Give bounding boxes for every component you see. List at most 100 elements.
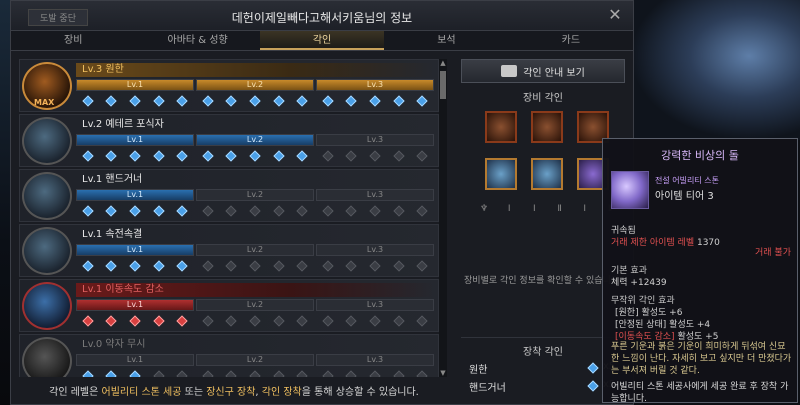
gem-icon (369, 150, 381, 162)
gem-group (76, 369, 194, 377)
gem-icon (345, 315, 358, 327)
gem-icon (392, 370, 405, 377)
gem-icon (369, 315, 381, 327)
engraving-scrollbar[interactable]: ▲ ▼ (439, 59, 447, 377)
gem-icon (152, 370, 165, 377)
tab-avatar[interactable]: 아바타 & 성향 (135, 31, 259, 50)
level-segment: Lv.1 (76, 299, 194, 311)
effect-filter-icon[interactable]: Ⅱ (553, 203, 567, 215)
gem-group (196, 204, 314, 218)
engraving-row[interactable]: Lv.1 속전속결 Lv.1 Lv.2 Lv.3 (19, 224, 439, 277)
gem-icon (82, 260, 94, 272)
gem-icon (272, 95, 285, 107)
gem-icon (176, 260, 188, 272)
level-segment: Lv.1 (76, 244, 194, 256)
engraving-row[interactable]: Lv.2 예테르 포식자 Lv.1 Lv.2 Lv.3 (19, 114, 439, 167)
gem-icon (296, 150, 308, 162)
gem-icon (202, 260, 214, 272)
equipment-slot[interactable] (531, 158, 563, 190)
engraving-portrait-icon (22, 117, 72, 165)
engraving-row[interactable]: Lv.1 핸드거너 Lv.1 Lv.2 Lv.3 (19, 169, 439, 222)
gem-group (316, 149, 434, 163)
gem-track (76, 94, 434, 108)
gem-icon (105, 370, 118, 377)
equipped-name: 원한 (469, 365, 488, 376)
equipment-slot[interactable] (531, 111, 563, 143)
trade-limit-value: 1370 (696, 238, 720, 248)
ability-stone-icon (611, 171, 649, 209)
scroll-thumb[interactable] (440, 71, 446, 99)
gem-icon (322, 205, 334, 217)
gem-icon (249, 95, 261, 107)
gem-icon (322, 315, 334, 327)
engraving-row[interactable]: Lv.1 이동속도 감소 Lv.1 Lv.2 Lv.3 (19, 279, 439, 332)
gem-icon (345, 95, 358, 107)
tab-engraving[interactable]: 각인 (259, 31, 385, 50)
gem-icon (202, 95, 214, 107)
engraving-name: Lv.1 핸드거너 (82, 174, 143, 185)
effect-filter-icon[interactable]: ♆ (477, 203, 491, 215)
level-bar: Lv.1 Lv.2 Lv.3 (76, 354, 434, 366)
engraving-name: Lv.1 이동속도 감소 (76, 283, 434, 297)
gem-group (76, 94, 194, 108)
book-icon (501, 65, 518, 77)
engraving-row[interactable]: Lv.0 약자 무시 Lv.1 Lv.2 Lv.3 (19, 334, 439, 377)
tab-equipment[interactable]: 장비 (11, 31, 135, 50)
gem-icon (416, 95, 428, 107)
tab-card[interactable]: 카드 (509, 31, 633, 50)
footer-highlight-accessory: 장신구 장착 (206, 387, 256, 398)
level-segment: Lv.2 (196, 244, 314, 256)
gem-icon (416, 315, 428, 327)
level-segment: Lv.3 (316, 189, 434, 201)
footer-suffix: 을 통해 상승할 수 있습니다. (301, 387, 419, 398)
background-art (630, 0, 800, 140)
gem-icon (296, 205, 308, 217)
gem-group (316, 204, 434, 218)
gem-group (196, 149, 314, 163)
gem-icon (82, 370, 94, 377)
gem-icon (249, 315, 261, 327)
level-segment: Lv.1 (76, 79, 194, 91)
gem-icon (129, 150, 141, 162)
gem-icon (129, 370, 141, 377)
gem-icon (176, 370, 188, 377)
trade-limit-label: 거래 제한 아이템 레벨 (611, 238, 695, 248)
gem-group (196, 94, 314, 108)
tab-gem[interactable]: 보석 (384, 31, 508, 50)
equipment-slot[interactable] (485, 111, 517, 143)
engraving-name: Lv.1 속전속결 (82, 229, 143, 240)
tooltip-grade: 전설 어빌리티 스톤 (655, 176, 719, 185)
effect-icon-row: ♆ⅠⅠⅡⅠⅡ (477, 203, 617, 217)
gem-icon (152, 205, 165, 217)
scroll-up-arrow-icon[interactable]: ▲ (439, 59, 447, 67)
gem-icon (176, 150, 188, 162)
gem-icon (369, 260, 381, 272)
gem-icon (105, 205, 118, 217)
gem-icon (322, 95, 334, 107)
gem-icon (82, 150, 94, 162)
gem-group (76, 149, 194, 163)
scroll-down-arrow-icon[interactable]: ▼ (439, 369, 447, 377)
tooltip-tier: 아이템 티어 3 (655, 191, 714, 202)
gem-icon (152, 315, 165, 327)
gem-icon (225, 370, 238, 377)
gem-group (316, 259, 434, 273)
effect-filter-icon[interactable]: Ⅰ (502, 203, 516, 215)
engraving-list: MAX Lv.3 원한 Lv.1 Lv.2 Lv.3 Lv.2 예테르 포식자 Lv.1 Lv… (19, 59, 439, 377)
gem-icon (345, 205, 358, 217)
close-icon[interactable]: ✕ (607, 7, 623, 23)
gem-icon (225, 95, 238, 107)
gem-icon (152, 150, 165, 162)
equipment-slot[interactable] (485, 158, 517, 190)
engraving-guide-button[interactable]: 각인 안내 보기 (461, 59, 625, 83)
level-segment: Lv.3 (316, 354, 434, 366)
gem-icon (105, 150, 118, 162)
level-segment: Lv.3 (316, 79, 434, 91)
gem-icon (322, 370, 334, 377)
window-title: 데헌이제일빼다고해서키움님의 정보 (231, 11, 413, 25)
engraving-row[interactable]: MAX Lv.3 원한 Lv.1 Lv.2 Lv.3 (19, 59, 439, 112)
equipment-hint: 장비별로 각인 정보를 확인할 수 있습니다. (464, 276, 622, 286)
gem-icon (105, 260, 118, 272)
effect-filter-icon[interactable]: Ⅰ (578, 203, 592, 215)
effect-filter-icon[interactable]: Ⅰ (527, 203, 541, 215)
